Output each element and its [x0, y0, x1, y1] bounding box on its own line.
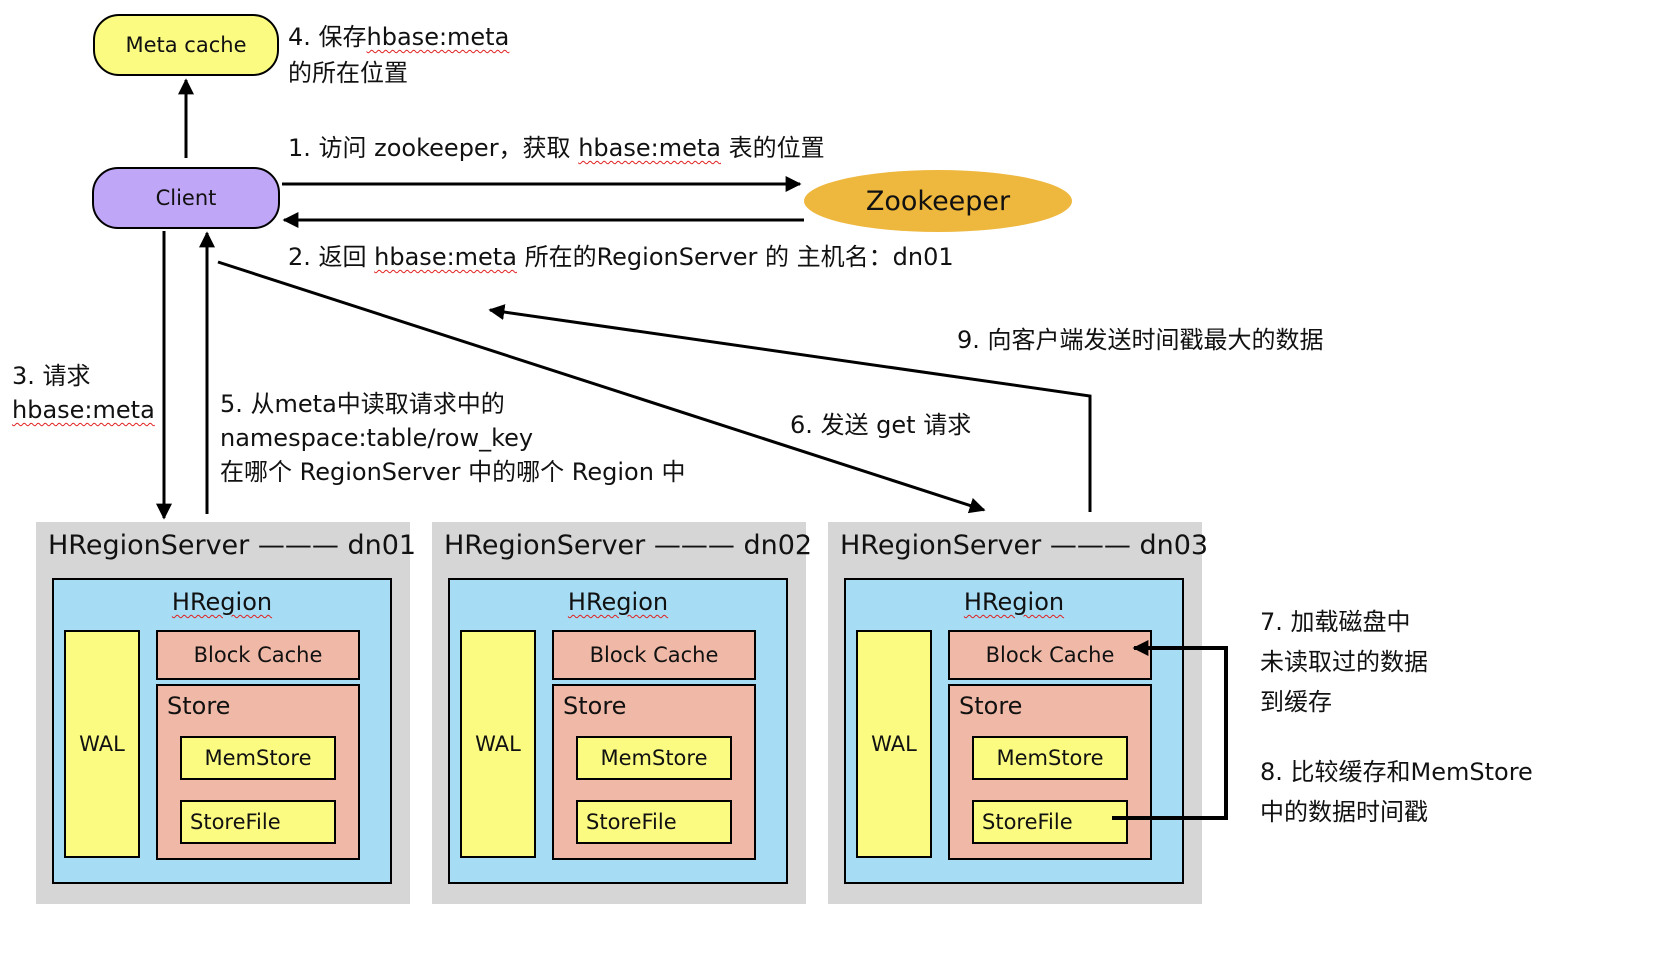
hbase-read-flow-diagram: Meta cache Client Zookeeper 4. 保存hbase:m…: [0, 0, 1678, 972]
connector-arrows: [156, 78, 1228, 820]
arrow-step-9: [488, 304, 1092, 512]
arrow-step-7-load-cache: [1112, 640, 1228, 820]
arrow-step-6: [217, 260, 986, 514]
